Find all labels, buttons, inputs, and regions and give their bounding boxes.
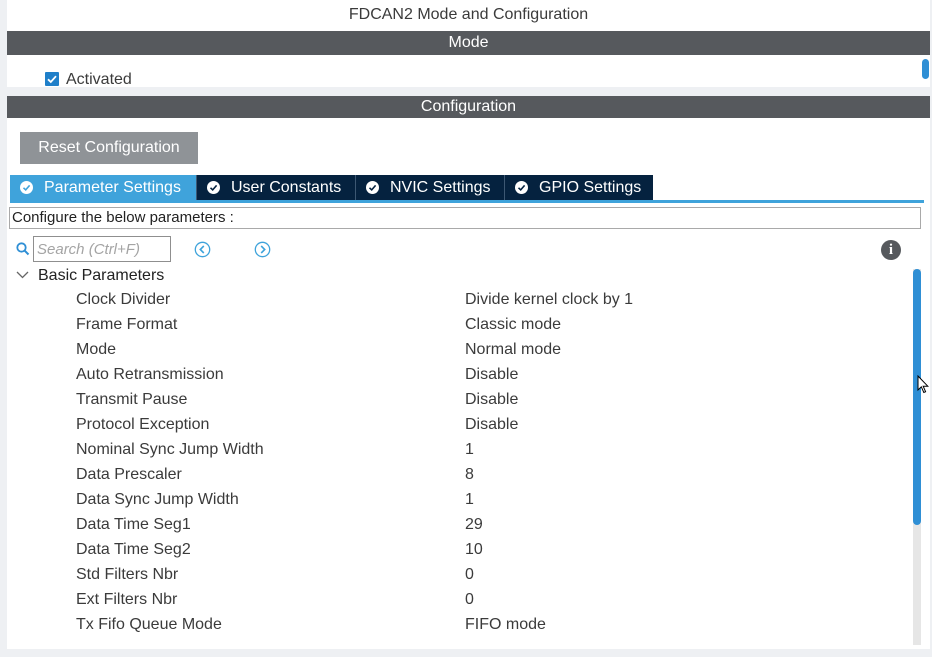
parameter-name: Auto Retransmission [76,366,224,383]
parameter-name: Protocol Exception [76,416,210,433]
tab-label: GPIO Settings [539,179,642,196]
parameter-value[interactable]: 8 [465,466,474,484]
parameter-row[interactable]: Transmit Pause Disable [7,388,907,413]
parameter-row[interactable]: Data Time Seg2 10 [7,538,907,563]
parameter-value[interactable]: Disable [465,391,518,409]
mode-section-header: Mode [7,31,930,55]
parameter-row[interactable]: Tx Fifo Queue Mode FIFO mode [7,613,907,638]
parameter-row[interactable]: Data Prescaler 8 [7,463,907,488]
parameter-row[interactable]: Data Time Seg1 29 [7,513,907,538]
group-label: Basic Parameters [38,267,165,284]
parameter-value[interactable]: Classic mode [465,316,561,334]
parameter-row[interactable]: Nominal Sync Jump Width 1 [7,438,907,463]
parameter-value[interactable]: Disable [465,416,518,434]
arrow-right-circle-icon[interactable] [254,241,271,258]
panel-title: FDCAN2 Mode and Configuration [7,0,930,31]
search-icon [16,242,30,256]
parameter-value[interactable]: 1 [465,491,474,509]
tab-label: Parameter Settings [44,179,181,196]
parameter-name: Data Sync Jump Width [76,491,239,508]
mouse-cursor-icon [917,375,929,394]
activated-label: Activated [66,71,132,87]
parameter-value[interactable]: 0 [465,591,474,609]
tab-underline [10,200,924,203]
mode-config-panel: FDCAN2 Mode and Configuration Mode Activ… [0,0,932,657]
parameter-scrollbar-thumb[interactable] [913,269,921,525]
chevron-down-icon [16,271,29,279]
parameter-row[interactable]: Auto Retransmission Disable [7,363,907,388]
tab-gpio-settings[interactable]: GPIO Settings [504,175,653,201]
mode-scrollbar-thumb[interactable] [922,59,929,79]
reset-configuration-button[interactable]: Reset Configuration [20,132,198,164]
parameter-value[interactable]: 29 [465,516,483,534]
parameter-value[interactable]: 10 [465,541,483,559]
parameter-name: Data Prescaler [76,466,182,483]
parameter-row[interactable]: Ext Filters Nbr 0 [7,588,907,613]
parameter-name: Transmit Pause [76,391,188,408]
parameter-name: Frame Format [76,316,178,333]
check-circle-icon [366,181,379,194]
parameter-name: Data Time Seg1 [76,516,191,533]
parameter-name: Mode [76,341,117,358]
configuration-section: Reset Configuration Parameter Settings U… [7,118,930,649]
check-circle-icon [20,181,33,194]
parameter-name: Data Time Seg2 [76,541,191,558]
parameter-value[interactable]: Divide kernel clock by 1 [465,291,633,309]
parameter-name: Std Filters Nbr [76,566,179,583]
tab-nvic-settings[interactable]: NVIC Settings [355,175,504,201]
info-icon[interactable]: i [881,240,901,260]
arrow-left-circle-icon[interactable] [194,241,211,258]
mode-section: Activated [7,55,930,87]
tab-label: User Constants [231,179,342,196]
parameter-value[interactable]: Normal mode [465,341,561,359]
parameter-row[interactable]: Protocol Exception Disable [7,413,907,438]
configure-hint: Configure the below parameters : [9,207,921,229]
search-input[interactable] [33,236,171,262]
parameter-row[interactable]: Std Filters Nbr 0 [7,563,907,588]
parameter-row[interactable]: Data Sync Jump Width 1 [7,488,907,513]
check-icon [47,75,57,84]
tab-parameter-settings[interactable]: Parameter Settings [10,175,196,201]
parameter-list: Clock Divider Divide kernel clock by 1 Fra… [7,288,907,638]
tab-user-constants[interactable]: User Constants [196,175,355,201]
parameter-value[interactable]: 0 [465,566,474,584]
parameter-name: Clock Divider [76,291,171,308]
parameter-name: Tx Fifo Queue Mode [76,616,222,633]
parameter-row[interactable]: Mode Normal mode [7,338,907,363]
activated-checkbox[interactable] [45,72,59,86]
check-circle-icon [515,181,528,194]
parameter-value[interactable]: 1 [465,441,474,459]
parameter-name: Ext Filters Nbr [76,591,178,608]
tab-label: NVIC Settings [390,179,491,196]
check-circle-icon [207,181,220,194]
parameter-value[interactable]: Disable [465,366,518,384]
configuration-section-header: Configuration [7,96,930,118]
parameter-row[interactable]: Frame Format Classic mode [7,313,907,338]
parameter-row[interactable]: Clock Divider Divide kernel clock by 1 [7,288,907,313]
parameter-value[interactable]: FIFO mode [465,616,546,634]
parameter-name: Nominal Sync Jump Width [76,441,264,458]
